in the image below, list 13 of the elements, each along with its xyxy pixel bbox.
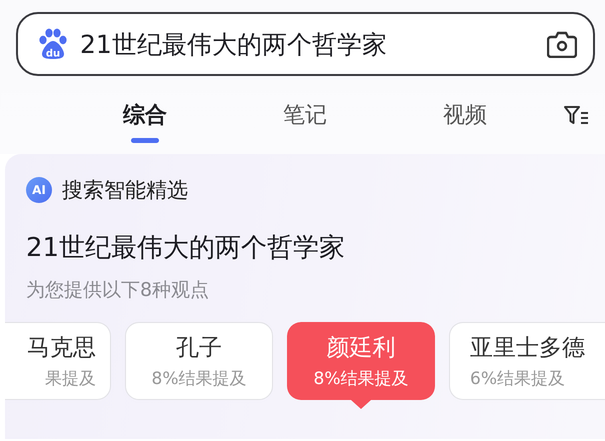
camera-icon[interactable] [547,30,577,58]
tab[interactable]: 笔记 [225,76,385,154]
option-chip[interactable]: 亚里士多德 6%结果提及 [449,322,605,400]
section-label: 搜索智能精选 [62,177,188,204]
answer-title: 21世纪最伟大的两个哲学家 [25,232,346,265]
answer-subtitle: 为您提供以下8种观点 [25,278,210,303]
ai-logo-icon: AI [26,177,52,203]
tab[interactable]: 综合 [65,76,225,154]
option-chip[interactable]: 孔子 8%结果提及 [125,322,273,400]
option-chip[interactable]: 马克思 果提及 [5,322,111,400]
filter-icon[interactable] [563,104,589,126]
search-field[interactable]: du 21世纪最伟大的两个哲学家 [16,12,595,76]
tab[interactable]: 视频 [385,76,545,154]
